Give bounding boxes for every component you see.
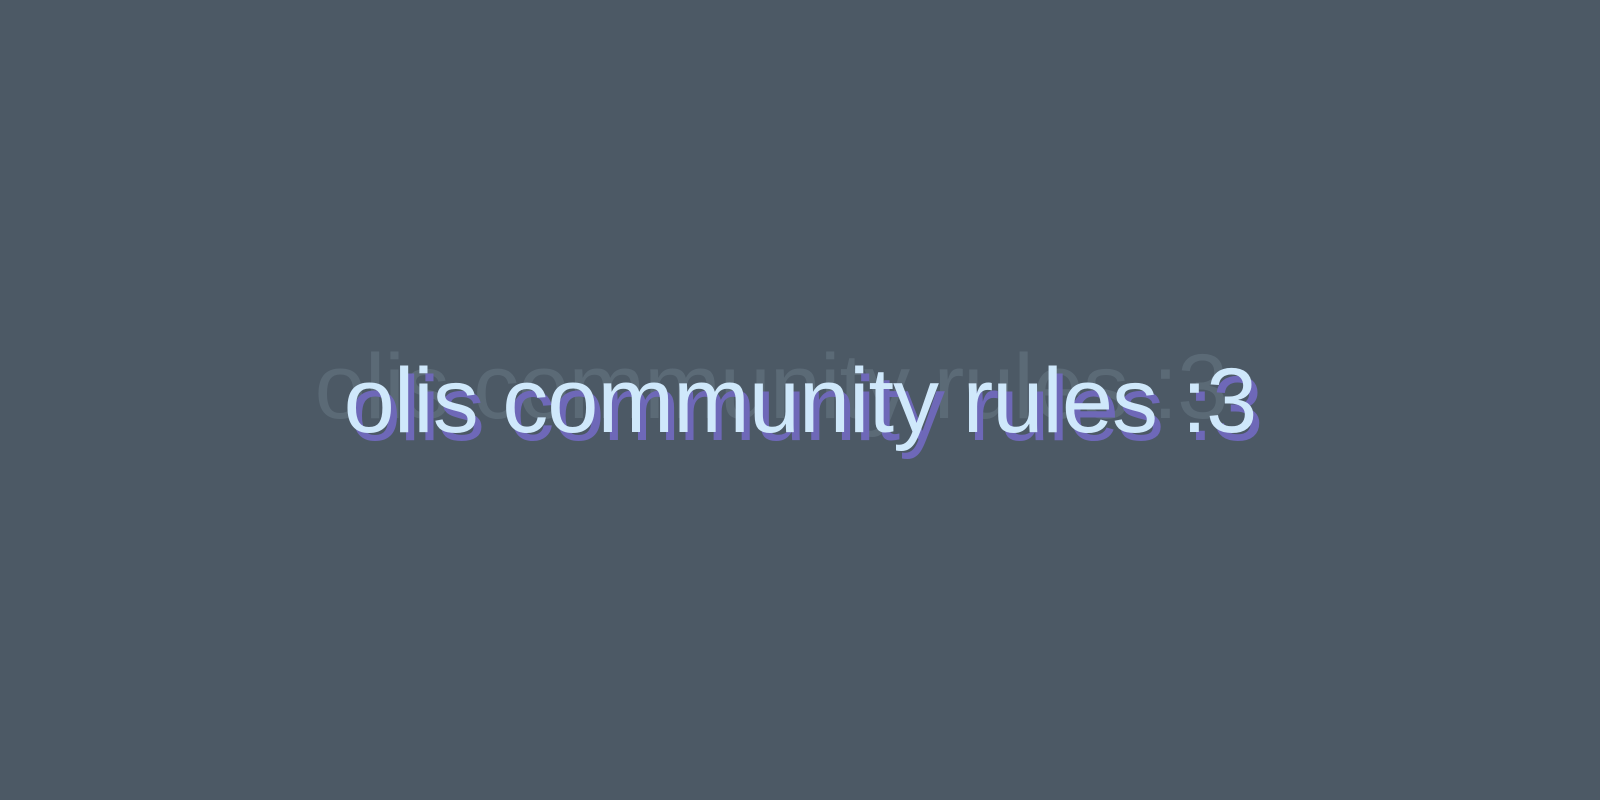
banner-title: olis community rules :3	[343, 350, 1258, 452]
banner: olis community rules :3 olis community r…	[0, 0, 1600, 800]
